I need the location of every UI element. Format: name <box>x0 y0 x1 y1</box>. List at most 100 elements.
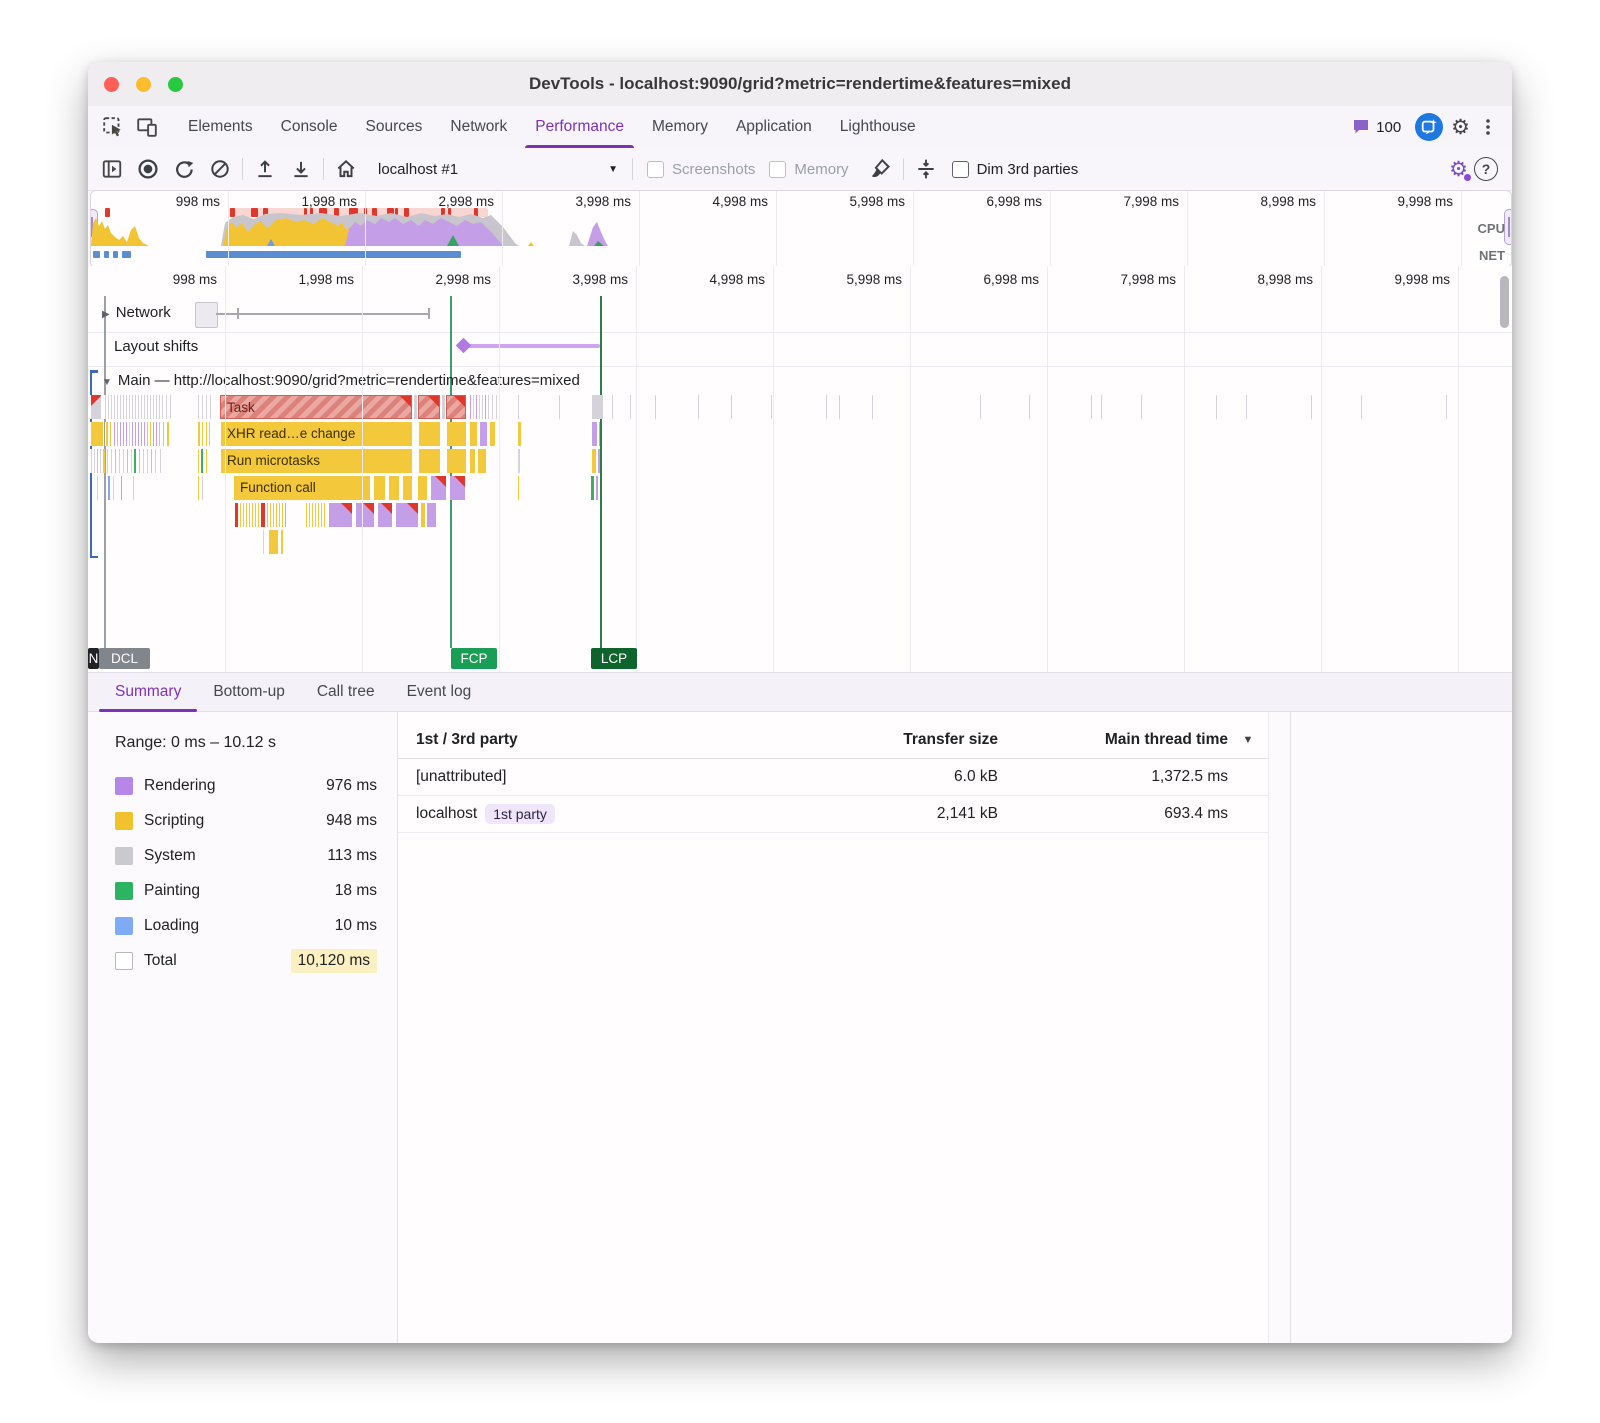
flame-bar[interactable] <box>90 422 103 446</box>
garbage-collect-icon[interactable] <box>863 154 899 184</box>
flame-bar[interactable] <box>446 422 466 446</box>
flame-bar[interactable] <box>126 449 128 473</box>
flame-bar[interactable] <box>116 422 118 446</box>
layout-shifts-track-label[interactable]: Layout shifts <box>114 338 198 355</box>
flame-bar[interactable] <box>113 422 115 446</box>
flame-bar[interactable] <box>140 422 142 446</box>
tab-lighthouse[interactable]: Lighthouse <box>826 106 930 148</box>
flame-bar[interactable] <box>169 395 171 419</box>
flame-bar[interactable] <box>155 422 157 446</box>
flame-bar[interactable] <box>235 503 238 527</box>
home-live-metrics-icon[interactable] <box>328 154 364 184</box>
flame-bar[interactable] <box>1360 395 1362 419</box>
flame-bar[interactable] <box>1245 395 1247 419</box>
flame-bar[interactable] <box>161 395 163 419</box>
tab-performance[interactable]: Performance <box>521 106 638 148</box>
timeline-overview[interactable]: 998 ms1,998 ms2,998 ms3,998 ms4,998 ms5,… <box>90 190 1512 268</box>
flame-bar[interactable] <box>155 395 157 419</box>
flame-bar[interactable] <box>96 476 98 500</box>
flame-bar[interactable] <box>149 422 151 446</box>
help-icon[interactable]: ? <box>1468 154 1504 184</box>
flame-bar[interactable] <box>417 476 427 500</box>
marker-badge-dcl[interactable]: DCL <box>99 648 150 669</box>
flame-bar[interactable] <box>305 503 307 527</box>
tab-event-log[interactable]: Event log <box>391 673 488 711</box>
flame-bar[interactable] <box>209 395 211 419</box>
tab-network[interactable]: Network <box>436 106 521 148</box>
col-party[interactable]: 1st / 3rd party <box>416 731 798 749</box>
flame-bar[interactable] <box>697 395 699 419</box>
memory-checkbox[interactable] <box>769 161 786 178</box>
flame-bar[interactable] <box>1310 395 1312 419</box>
flame-bar[interactable] <box>132 476 134 500</box>
flame-bar[interactable] <box>146 422 148 446</box>
flame-bar[interactable] <box>130 449 132 473</box>
flame-bar[interactable] <box>208 422 210 446</box>
flame-bar[interactable] <box>146 449 148 473</box>
flame-bar[interactable] <box>105 422 108 446</box>
flame-bar[interactable] <box>142 449 144 473</box>
flame-bar[interactable] <box>93 449 95 473</box>
ai-assistance-icon[interactable] <box>1415 113 1443 141</box>
inspect-element-icon[interactable] <box>96 110 130 144</box>
flame-bar[interactable] <box>122 395 124 419</box>
flame-bar[interactable] <box>1445 395 1447 419</box>
flame-bar[interactable] <box>143 395 145 419</box>
flame-bar[interactable] <box>96 449 98 473</box>
flame-bar[interactable] <box>517 422 521 446</box>
flame-bar[interactable] <box>107 395 109 419</box>
flame-bar[interactable] <box>413 395 417 419</box>
flame-bar[interactable] <box>281 503 283 527</box>
flame-bar[interactable] <box>629 395 631 419</box>
clear-recording-icon[interactable] <box>202 154 238 184</box>
flame-bar[interactable] <box>166 422 169 446</box>
flame-bar[interactable] <box>201 476 203 500</box>
flame-bar[interactable] <box>377 503 392 527</box>
flame-bar[interactable]: Task <box>220 395 412 419</box>
flame-bar[interactable] <box>119 395 121 419</box>
flame-bar[interactable] <box>838 395 840 419</box>
sort-descending-icon[interactable]: ▼ <box>1228 734 1268 746</box>
flame-bar[interactable] <box>308 503 310 527</box>
flame-bar[interactable] <box>262 530 264 554</box>
show-sidebar-icon[interactable] <box>94 154 130 184</box>
flame-bar[interactable] <box>489 422 495 446</box>
flame-bar[interactable] <box>446 449 466 473</box>
flame-bar[interactable] <box>475 395 477 419</box>
flame-bar[interactable] <box>469 395 471 419</box>
flame-bar[interactable] <box>472 395 474 419</box>
flame-bar[interactable] <box>201 449 203 473</box>
flame-bar[interactable] <box>517 449 520 473</box>
flame-bar[interactable] <box>770 395 772 419</box>
flame-bar[interactable] <box>109 422 111 446</box>
record-button[interactable] <box>130 154 166 184</box>
flame-bar[interactable] <box>418 395 440 419</box>
download-profile-icon[interactable] <box>283 154 319 184</box>
flame-bar[interactable] <box>261 503 265 527</box>
flame-bar[interactable] <box>102 449 105 473</box>
flame-bar[interactable] <box>134 449 136 473</box>
flame-bar[interactable] <box>122 422 124 446</box>
flame-bar[interactable] <box>311 503 313 527</box>
col-transfer-size[interactable]: Transfer size <box>798 731 998 749</box>
flame-bar[interactable] <box>149 395 151 419</box>
flame-bar[interactable] <box>201 422 203 446</box>
flame-bar[interactable]: XHR read…e change <box>220 422 412 446</box>
flame-bar[interactable] <box>134 395 136 419</box>
layout-shift-marker[interactable] <box>456 338 472 354</box>
tab-bottom-up[interactable]: Bottom-up <box>197 673 301 711</box>
tab-console[interactable]: Console <box>267 106 352 148</box>
flame-bar[interactable] <box>395 503 418 527</box>
flame-bar[interactable] <box>426 503 436 527</box>
timeline-tracks[interactable]: ▶Network Layout shifts ▼Main — http://lo… <box>88 296 1512 672</box>
flame-bar[interactable] <box>355 503 374 527</box>
collapse-tracks-icon[interactable] <box>908 154 944 184</box>
flame-bar[interactable] <box>477 449 486 473</box>
record-and-reload-button[interactable] <box>166 154 202 184</box>
flame-bar[interactable] <box>469 449 475 473</box>
marker-badge-n[interactable]: N <box>88 648 99 669</box>
flame-bar[interactable] <box>128 422 130 446</box>
flame-bar[interactable] <box>119 422 121 446</box>
table-row[interactable]: [unattributed]6.0 kB1,372.5 ms <box>398 759 1268 796</box>
flame-bar[interactable] <box>484 395 486 419</box>
